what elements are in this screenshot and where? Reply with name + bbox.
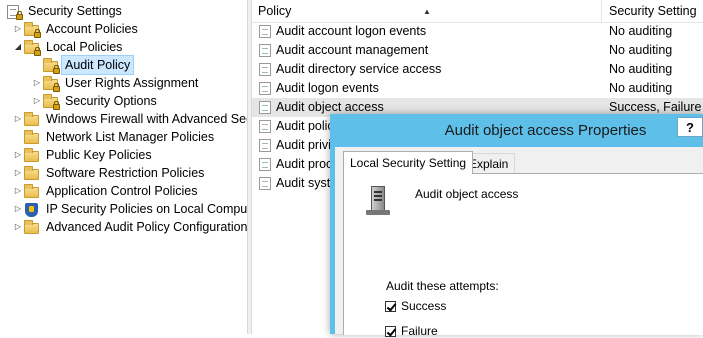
chevron-right-icon[interactable]: ▷ <box>33 74 41 92</box>
locked-folder-icon <box>43 75 60 92</box>
policy-icon <box>259 44 272 57</box>
tree-item-label: Network List Manager Policies <box>46 130 215 144</box>
policy-title: Audit object access <box>415 187 519 201</box>
chevron-expanded-icon[interactable]: ◢ <box>14 38 22 56</box>
tab-local-security-setting[interactable]: Local Security Setting <box>343 151 474 174</box>
tree-item-ip-security[interactable]: ▷ IP Security Policies on Local Compute <box>14 200 247 218</box>
policy-name: Audit polic <box>276 119 334 133</box>
policy-name: Audit directory service access <box>276 62 442 76</box>
folder-icon <box>24 111 40 126</box>
tree-item-windows-firewall[interactable]: ▷ Windows Firewall with Advanced Secu <box>14 110 247 128</box>
policy-name: Audit proc <box>276 157 333 171</box>
security-settings-icon <box>6 4 23 20</box>
tree-item-advanced-audit[interactable]: ▷ Advanced Audit Policy Configuration <box>14 218 247 236</box>
tree-item-network-list-manager[interactable]: Network List Manager Policies <box>24 128 217 146</box>
success-label: Success <box>401 299 447 313</box>
policy-icon <box>259 139 272 152</box>
policy-setting: No auditing <box>609 43 673 57</box>
tree-item-public-key-policies[interactable]: ▷ Public Key Policies <box>14 146 155 164</box>
tree-item-label: Security Settings <box>28 4 122 18</box>
tree-item-label: Security Options <box>65 94 157 108</box>
list-item[interactable]: Audit account logon events No auditing <box>252 22 703 41</box>
properties-dialog: Audit object access Properties ? Local S… <box>330 114 703 338</box>
chevron-right-icon[interactable]: ▷ <box>33 92 41 110</box>
checkmark-icon <box>385 300 396 312</box>
chevron-right-icon[interactable]: ▷ <box>14 218 22 236</box>
column-header-label: Policy <box>258 4 292 18</box>
tree-item-security-options[interactable]: ▷ Security Options <box>33 92 160 110</box>
folder-icon <box>24 165 40 180</box>
policy-setting: No auditing <box>609 81 673 95</box>
tree-item-security-settings[interactable]: Security Settings <box>6 2 125 20</box>
tree-item-label: Public Key Policies <box>46 148 152 162</box>
policy-name: Audit account management <box>276 43 429 57</box>
tree-item-label: Local Policies <box>46 40 123 54</box>
list-header: Policy ▲ Security Setting <box>252 0 703 23</box>
success-checkbox[interactable]: Success <box>385 299 446 313</box>
shield-icon <box>24 202 40 217</box>
checkmark-icon <box>385 325 396 337</box>
policy-icon <box>259 63 272 76</box>
policy-name: Audit syste <box>276 176 338 190</box>
folder-icon <box>24 183 40 198</box>
tree-item-local-policies[interactable]: ◢ Local Policies <box>14 38 125 56</box>
dialog-title[interactable]: Audit object access Properties <box>330 114 703 147</box>
tree-item-account-policies[interactable]: ▷ Account Policies <box>14 20 141 38</box>
tree-item-label: IP Security Policies on Local Compute <box>46 202 247 216</box>
chevron-right-icon[interactable]: ▷ <box>14 182 22 200</box>
tree-item-software-restriction[interactable]: ▷ Software Restriction Policies <box>14 164 207 182</box>
folder-icon <box>24 129 40 144</box>
chevron-right-icon[interactable]: ▷ <box>14 146 22 164</box>
tree-item-audit-policy[interactable]: Audit Policy <box>43 55 135 75</box>
policy-icon <box>259 25 272 38</box>
tree-item-label: User Rights Assignment <box>65 76 199 90</box>
column-header-policy[interactable]: Policy ▲ <box>252 0 602 22</box>
dialog-body: Local Security Setting Explain Audit obj… <box>335 147 703 338</box>
tab-panel: Audit object access Audit these attempts… <box>343 173 703 338</box>
folder-icon <box>24 219 40 234</box>
tree-item-label: Audit Policy <box>60 55 135 75</box>
locked-folder-icon <box>43 57 60 74</box>
policy-icon <box>259 120 272 133</box>
policy-icon <box>259 101 272 114</box>
tree-item-label: Account Policies <box>46 22 138 36</box>
chevron-right-icon[interactable]: ▷ <box>14 110 22 128</box>
failure-checkbox[interactable]: Failure <box>385 324 438 338</box>
sort-ascending-icon: ▲ <box>423 7 431 16</box>
server-icon <box>362 184 394 216</box>
column-header-security-setting[interactable]: Security Setting <box>602 0 703 22</box>
policy-icon <box>259 158 272 171</box>
help-button[interactable]: ? <box>677 117 703 137</box>
chevron-right-icon[interactable]: ▷ <box>14 200 22 218</box>
policy-name: Audit account logon events <box>276 24 427 38</box>
policy-name: Audit privi <box>276 138 331 152</box>
list-item[interactable]: Audit directory service access No auditi… <box>252 60 703 79</box>
list-item[interactable]: Audit logon events No auditing <box>252 79 703 98</box>
tree-item-label: Software Restriction Policies <box>46 166 205 180</box>
console-tree: Security Settings ▷ Account Policies ◢ L… <box>0 0 247 334</box>
tree-item-user-rights-assignment[interactable]: ▷ User Rights Assignment <box>33 74 201 92</box>
failure-label: Failure <box>401 324 438 338</box>
policy-icon <box>259 177 272 190</box>
policy-icon <box>259 82 272 95</box>
list-item[interactable]: Audit account management No auditing <box>252 41 703 60</box>
locked-folder-icon <box>24 21 41 38</box>
tree-item-label: Advanced Audit Policy Configuration <box>46 220 247 234</box>
locked-folder-icon <box>24 39 41 56</box>
chevron-right-icon[interactable]: ▷ <box>14 20 22 38</box>
audit-attempts-label: Audit these attempts: <box>386 279 499 293</box>
tree-item-label: Application Control Policies <box>46 184 198 198</box>
policy-setting: No auditing <box>609 24 673 38</box>
chevron-right-icon[interactable]: ▷ <box>14 164 22 182</box>
folder-icon <box>24 147 40 162</box>
policy-setting: No auditing <box>609 62 673 76</box>
locked-folder-icon <box>43 93 60 110</box>
tree-item-application-control[interactable]: ▷ Application Control Policies <box>14 182 200 200</box>
policy-name: Audit logon events <box>276 81 379 95</box>
tree-item-label: Windows Firewall with Advanced Secu <box>46 112 247 126</box>
